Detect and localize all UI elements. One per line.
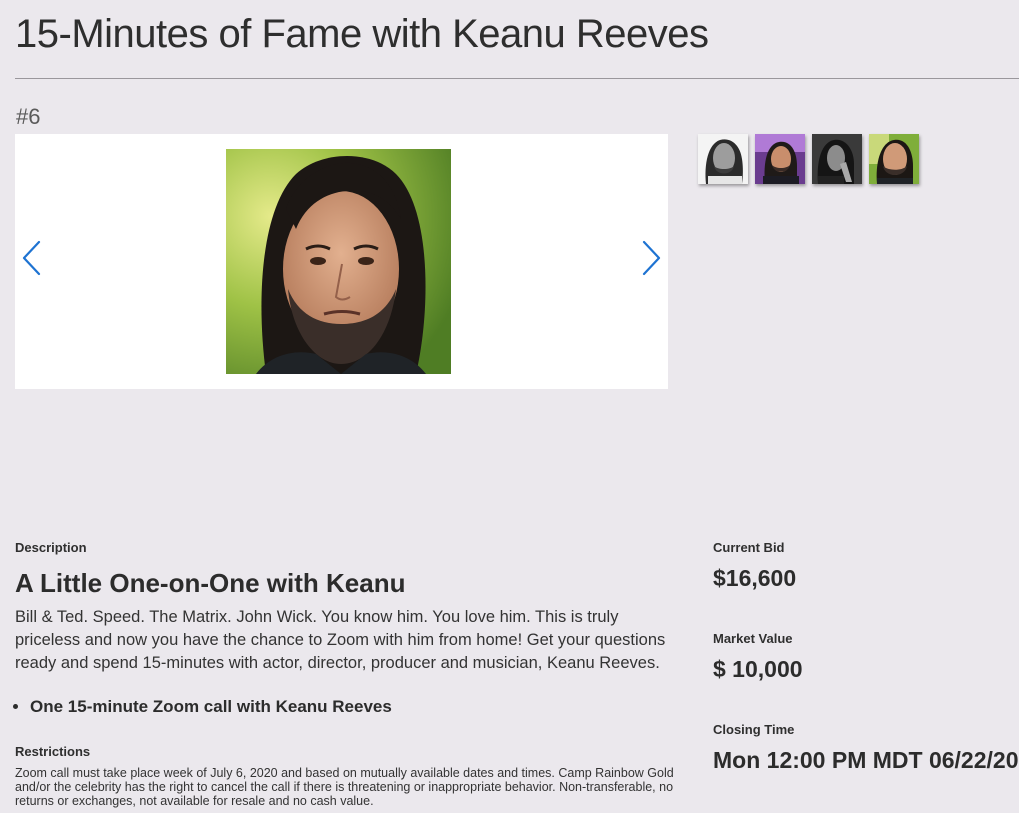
- thumbnail-2[interactable]: [755, 134, 805, 184]
- chevron-right-icon[interactable]: [637, 238, 663, 278]
- thumbnail-3[interactable]: [812, 134, 862, 184]
- closing-time-value: Mon 12:00 PM MDT 06/22/20: [713, 747, 1019, 773]
- title-divider: [15, 78, 1019, 79]
- description-label: Description: [15, 540, 87, 555]
- market-value-label: Market Value: [713, 631, 793, 646]
- image-carousel: [15, 134, 668, 389]
- page-title: 15-Minutes of Fame with Keanu Reeves: [15, 12, 709, 56]
- chevron-left-icon[interactable]: [20, 238, 46, 278]
- current-bid-value: $16,600: [713, 565, 797, 591]
- description-list: One 15-minute Zoom call with Keanu Reeve…: [15, 697, 392, 717]
- thumbnail-1[interactable]: [698, 134, 748, 184]
- restrictions-body: Zoom call must take place week of July 6…: [15, 766, 674, 808]
- thumbnail-4[interactable]: [869, 134, 919, 184]
- description-body: Bill & Ted. Speed. The Matrix. John Wick…: [15, 608, 666, 672]
- closing-time-label: Closing Time: [713, 722, 795, 737]
- main-photo: [226, 149, 451, 374]
- description-heading: A Little One-on-One with Keanu: [15, 568, 406, 598]
- restrictions-label: Restrictions: [15, 744, 91, 759]
- list-item: One 15-minute Zoom call with Keanu Reeve…: [30, 697, 392, 717]
- lot-number: #6: [16, 104, 41, 129]
- thumbnail-strip: [698, 134, 919, 184]
- market-value-value: $ 10,000: [713, 656, 803, 682]
- current-bid-label: Current Bid: [713, 540, 785, 555]
